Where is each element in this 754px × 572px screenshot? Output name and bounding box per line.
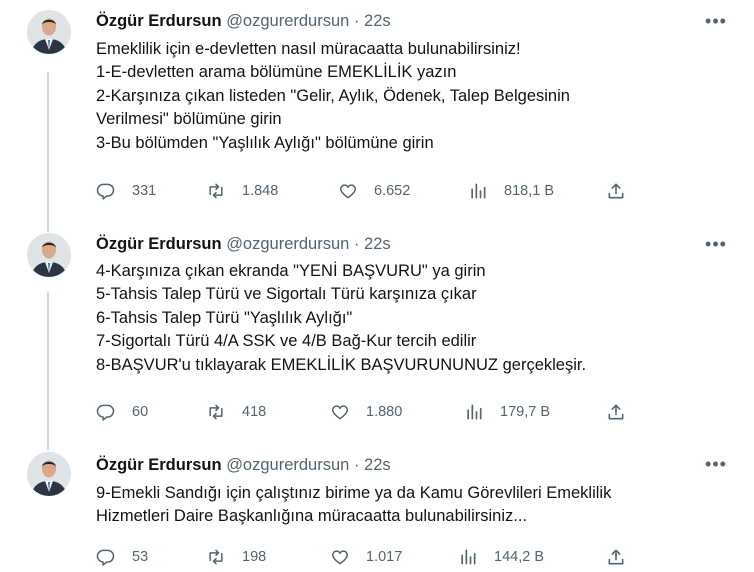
separator-dot: ·: [353, 456, 360, 474]
tweet-text-line: 8-BAŞVUR'u tıklayarak EMEKLİLİK BAŞVURUN…: [96, 355, 587, 374]
reply-button[interactable]: 60: [96, 401, 148, 423]
tweet-header: Özgür Erdursun @ozgurerdursun · 22s: [96, 10, 391, 32]
author-name[interactable]: Özgür Erdursun: [96, 235, 222, 253]
tweet-text-line: 1-E-devletten arama bölümüne EMEKLİLİK y…: [96, 63, 457, 82]
avatar[interactable]: [27, 452, 71, 496]
share-button[interactable]: [606, 546, 626, 568]
retweet-button[interactable]: 1.848: [206, 180, 278, 202]
tweet[interactable]: Özgür Erdursun @ozgurerdursun · 22s ••• …: [0, 445, 754, 572]
avatar-image: [27, 10, 71, 54]
share-icon: [608, 404, 624, 420]
tweet-text-line: 4-Karşınıza çıkan ekranda "YENİ BAŞVURU"…: [96, 262, 486, 280]
tweet[interactable]: Özgür Erdursun @ozgurerdursun · 22s ••• …: [0, 225, 754, 450]
tweet-header: Özgür Erdursun @ozgurerdursun · 22s: [96, 454, 391, 476]
retweet-count: 198: [242, 549, 267, 565]
separator-dot: ·: [353, 12, 360, 30]
tweet-text: 4-Karşınıza çıkan ekranda "YENİ BAŞVURU"…: [96, 260, 736, 377]
tweet-text-line: 7-Sigortalı Türü 4/A SSK ve 4/B Bağ-Kur …: [96, 332, 477, 351]
tweet-text: Emeklilik için e-devletten nasıl müracaa…: [96, 38, 736, 155]
tweet-text-line: 2-Karşınıza çıkan listeden "Gelir, Aylık…: [96, 86, 570, 105]
like-count: 1.880: [366, 404, 403, 420]
like-count: 6.652: [374, 183, 411, 199]
views-button[interactable]: 818,1 B: [468, 180, 554, 202]
heart-icon: [331, 550, 349, 565]
retweet-count: 1.848: [242, 183, 279, 199]
retweet-button[interactable]: 418: [206, 401, 266, 423]
avatar[interactable]: [27, 10, 71, 54]
tweet-text-line: 5-Tahsis Talep Türü ve Sigortalı Türü ka…: [96, 285, 477, 304]
more-icon[interactable]: •••: [704, 235, 728, 257]
views-button[interactable]: 179,7 B: [464, 401, 550, 423]
author-handle[interactable]: @ozgurerdursun: [226, 12, 349, 30]
views-icon: [471, 183, 486, 199]
share-icon: [608, 549, 624, 565]
retweet-button[interactable]: 198: [206, 546, 266, 568]
tweet-text-line: Emeklilik için e-devletten nasıl müracaa…: [96, 40, 521, 58]
tweet-time[interactable]: 22s: [364, 456, 391, 474]
tweet-text-line: Verilmesi" bölümüne girin: [96, 110, 282, 129]
views-count: 818,1 B: [504, 183, 554, 199]
reply-button[interactable]: 331: [96, 180, 156, 202]
reply-count: 60: [132, 404, 149, 420]
tweet-actions: 53 198 1.017 144,2 B: [96, 546, 656, 568]
reply-icon: [96, 549, 115, 566]
retweet-icon: [209, 549, 223, 565]
tweet[interactable]: Özgür Erdursun @ozgurerdursun · 22s ••• …: [0, 0, 754, 220]
like-button[interactable]: 1.017: [330, 546, 402, 568]
tweet-time[interactable]: 22s: [364, 235, 391, 253]
tweet-text-line: 6-Tahsis Talep Türü "Yaşlılık Aylığı": [96, 308, 353, 327]
tweet-header: Özgür Erdursun @ozgurerdursun · 22s: [96, 233, 391, 255]
share-icon: [608, 183, 624, 199]
tweet-text-line: Hizmetleri Daire Başkanlığına müracaatta…: [96, 507, 528, 526]
more-icon[interactable]: •••: [704, 12, 728, 34]
reply-icon: [96, 404, 115, 421]
views-count: 144,2 B: [494, 549, 544, 565]
avatar[interactable]: [27, 233, 71, 277]
tweet-actions: 60 418 1.880 179,7 B: [96, 401, 656, 423]
tweet-text-line: 9-Emekli Sandığı için çalıştınız birime …: [96, 484, 612, 502]
share-button[interactable]: [606, 401, 626, 423]
more-icon[interactable]: •••: [704, 455, 728, 477]
avatar-image: [27, 452, 71, 496]
heart-icon: [339, 184, 357, 199]
retweet-count: 418: [242, 404, 267, 420]
views-icon: [461, 549, 476, 565]
views-icon: [467, 404, 482, 420]
views-count: 179,7 B: [500, 404, 550, 420]
heart-icon: [331, 405, 349, 420]
tweet-actions: 331 1.848 6.652 818,1 B: [96, 180, 656, 202]
like-button[interactable]: 6.652: [338, 180, 410, 202]
author-name[interactable]: Özgür Erdursun: [96, 12, 222, 30]
separator-dot: ·: [353, 235, 360, 253]
like-count: 1.017: [366, 549, 403, 565]
reply-button[interactable]: 53: [96, 546, 148, 568]
author-handle[interactable]: @ozgurerdursun: [226, 235, 349, 253]
tweet-text-line: 3-Bu bölümden "Yaşlılık Aylığı" bölümüne…: [96, 133, 434, 152]
tweet-time[interactable]: 22s: [364, 12, 391, 30]
tweet-text: 9-Emekli Sandığı için çalıştınız birime …: [96, 482, 736, 529]
share-button[interactable]: [606, 180, 626, 202]
author-handle[interactable]: @ozgurerdursun: [226, 456, 349, 474]
avatar-image: [27, 233, 71, 277]
reply-count: 53: [132, 549, 149, 565]
retweet-icon: [209, 183, 223, 199]
author-name[interactable]: Özgür Erdursun: [96, 456, 222, 474]
reply-count: 331: [132, 183, 157, 199]
like-button[interactable]: 1.880: [330, 401, 402, 423]
reply-icon: [96, 183, 115, 200]
views-button[interactable]: 144,2 B: [458, 546, 544, 568]
retweet-icon: [209, 404, 223, 420]
